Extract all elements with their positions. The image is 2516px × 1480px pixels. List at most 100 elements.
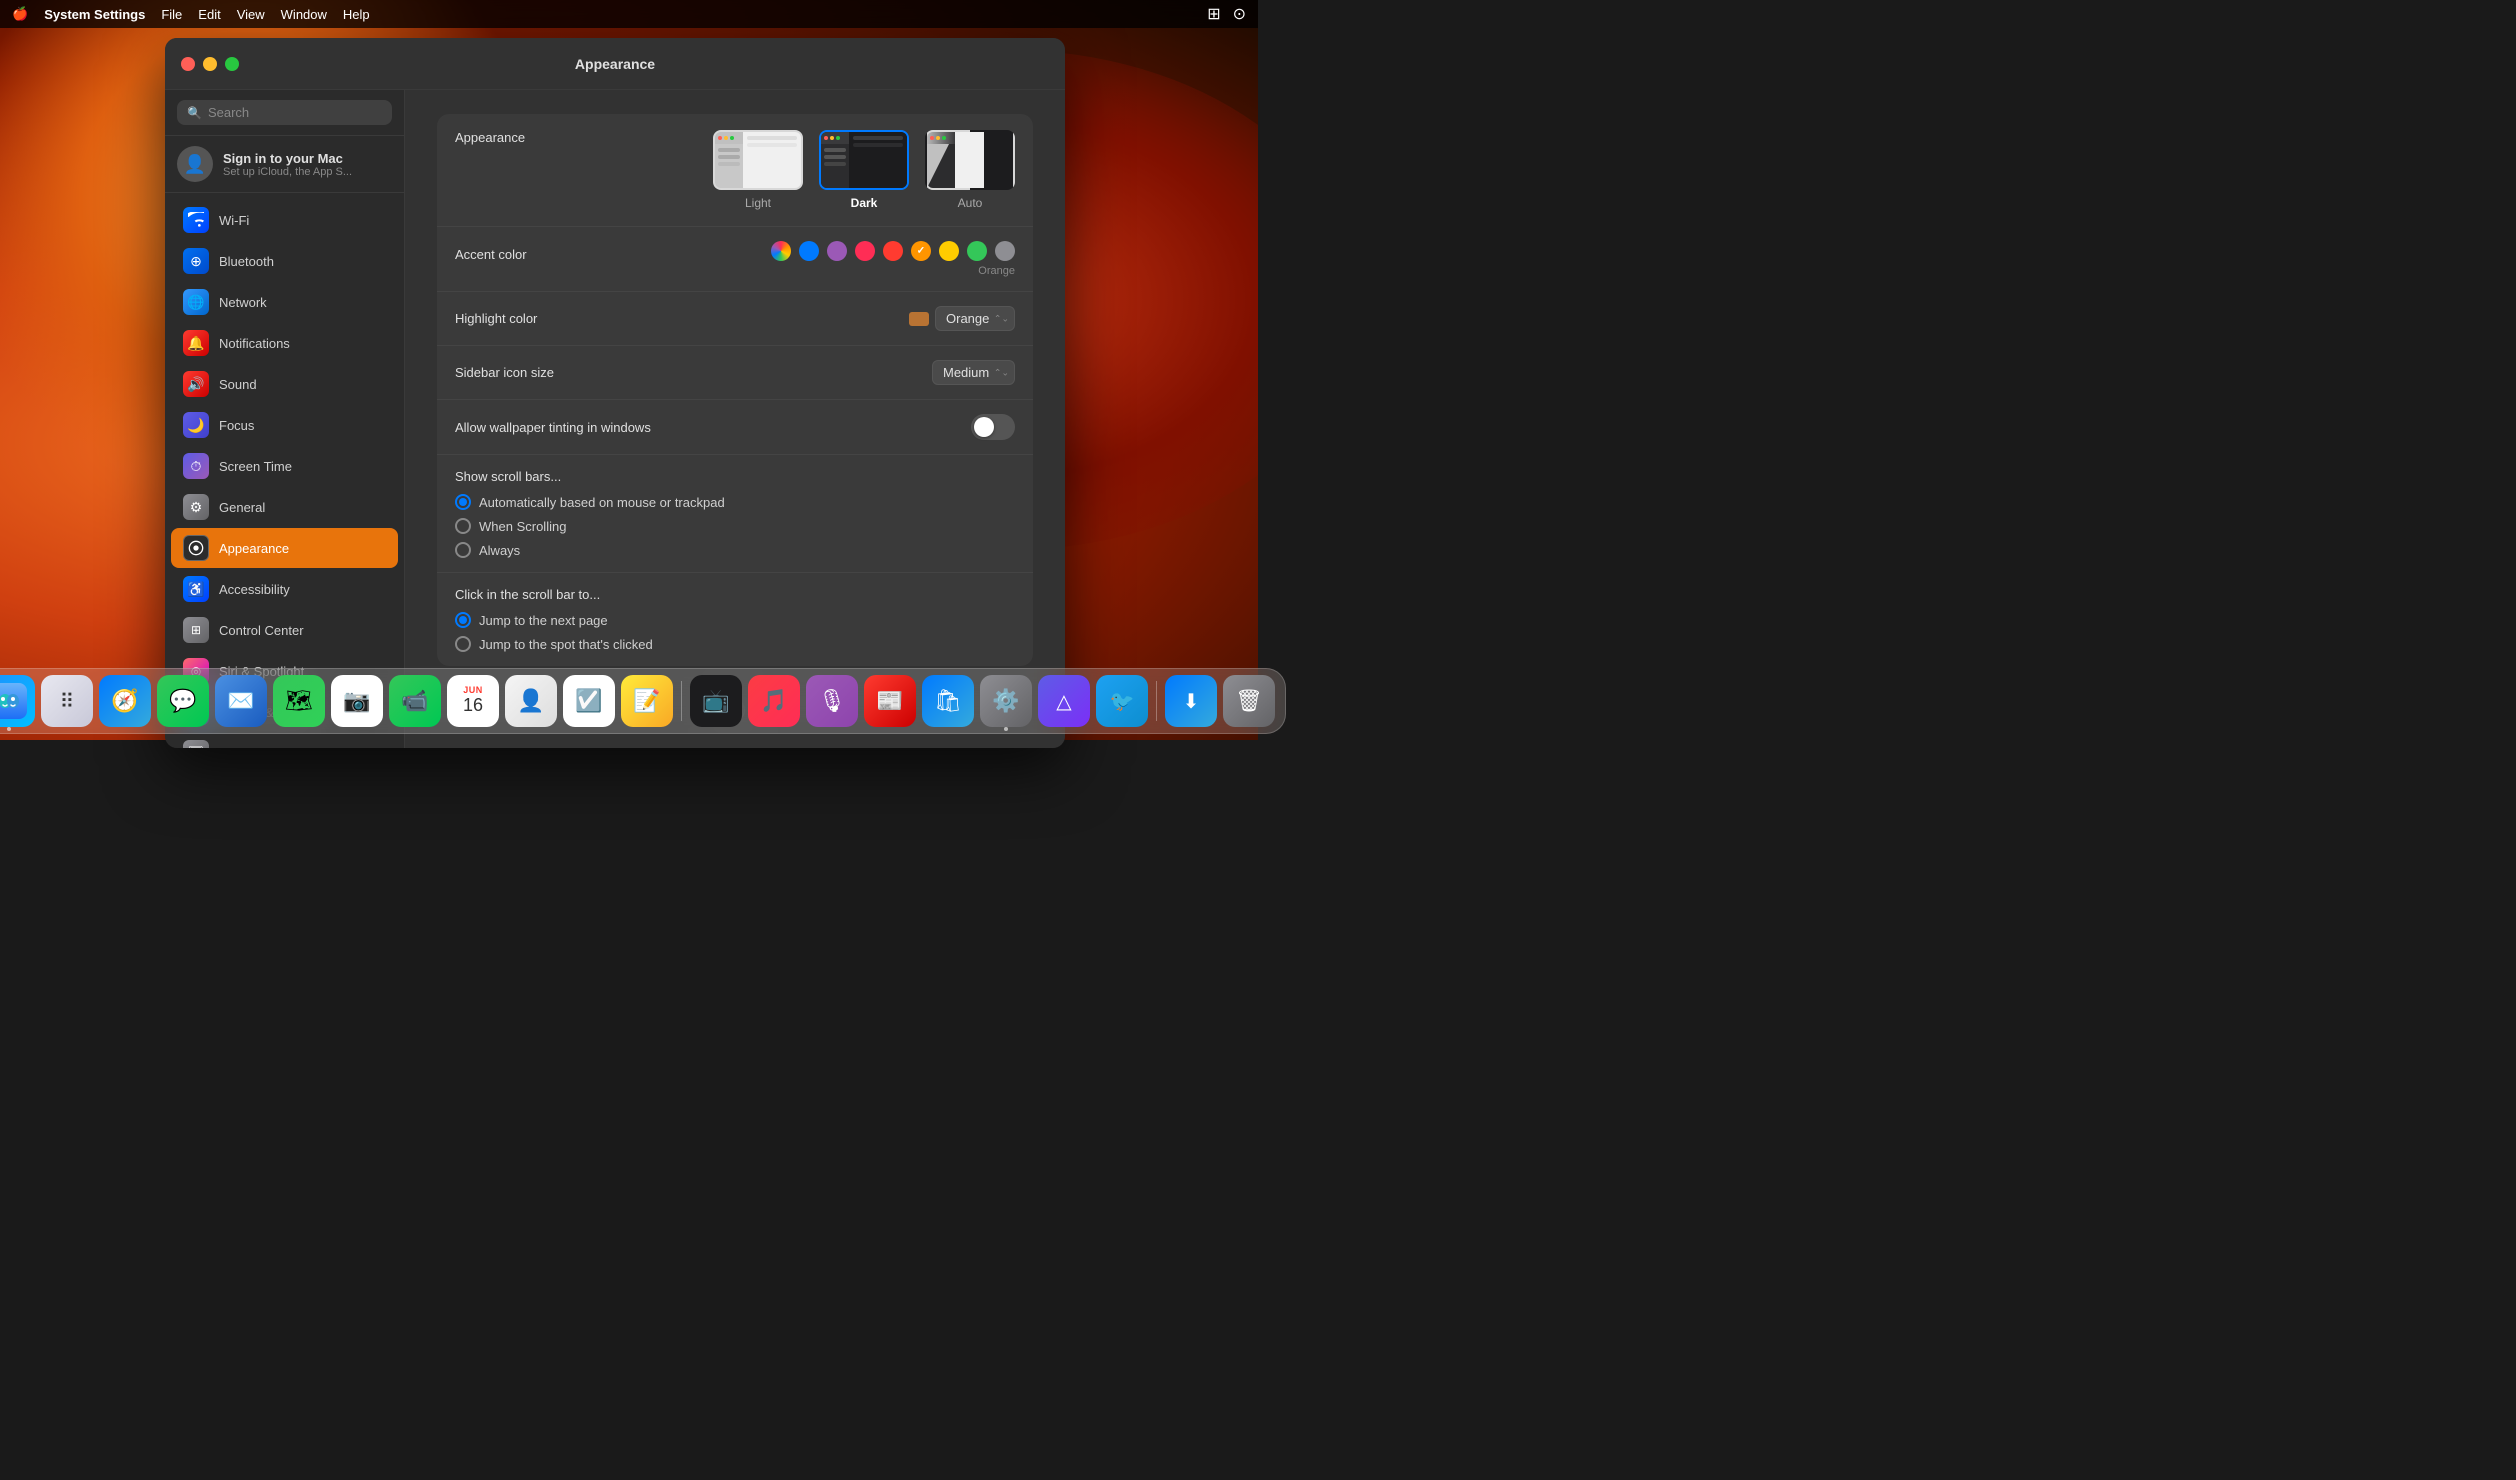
dock-calendar[interactable]: JUN 16 xyxy=(447,675,499,727)
window-body: 🔍 👤 Sign in to your Mac Set up iCloud, t… xyxy=(165,90,1065,748)
menubar-view[interactable]: View xyxy=(237,7,265,22)
appearance-preview-auto xyxy=(925,130,1015,190)
highlight-color-select[interactable]: Orange xyxy=(935,306,1015,331)
scroll-bars-group: Show scroll bars... Automatically based … xyxy=(437,455,1033,573)
dock-launchpad[interactable]: ⠿ xyxy=(41,675,93,727)
appearance-mode-label: Appearance xyxy=(455,130,713,145)
menubar-file[interactable]: File xyxy=(161,7,182,22)
dock-separator xyxy=(681,681,682,721)
sidebar-item-network[interactable]: 🌐 Network xyxy=(171,282,398,322)
general-label: General xyxy=(219,500,265,515)
dock-podcasts[interactable]: 🎙 xyxy=(806,675,858,727)
accent-color-pink[interactable] xyxy=(855,241,875,261)
dock-appletv[interactable]: 📺 xyxy=(690,675,742,727)
menubar-spotlight-icon[interactable]: ⊙ xyxy=(1233,4,1246,24)
window-close-button[interactable] xyxy=(181,57,195,71)
search-box[interactable]: 🔍 xyxy=(177,100,392,125)
dock-alinear[interactable]: △ xyxy=(1038,675,1090,727)
dock-mail[interactable]: ✉️ xyxy=(215,675,267,727)
sidebar-item-desktop[interactable]: 🖥 Desktop & Dock xyxy=(171,733,398,748)
menubar-window[interactable]: Window xyxy=(281,7,327,22)
light-label: Light xyxy=(745,196,771,210)
sidebar-icon-size-select[interactable]: Medium Small Large xyxy=(932,360,1015,385)
dock-finder[interactable] xyxy=(0,675,35,727)
sidebar-item-sound[interactable]: 🔊 Sound xyxy=(171,364,398,404)
traffic-lights xyxy=(181,57,239,71)
controlcenter-label: Control Center xyxy=(219,623,304,638)
scroll-auto-radio[interactable] xyxy=(455,494,471,510)
dock-photos[interactable]: 📷 xyxy=(331,675,383,727)
scroll-always-option[interactable]: Always xyxy=(455,542,1015,558)
click-spot-radio[interactable] xyxy=(455,636,471,652)
sidebar-item-accessibility[interactable]: ♿ Accessibility xyxy=(171,569,398,609)
dock-contacts[interactable]: 👤 xyxy=(505,675,557,727)
dock-notes[interactable]: 📝 xyxy=(621,675,673,727)
accent-color-red[interactable] xyxy=(883,241,903,261)
sidebar-item-appearance[interactable]: Appearance xyxy=(171,528,398,568)
wallpaper-tinting-row: Allow wallpaper tinting in windows xyxy=(437,400,1033,455)
click-next-page-radio[interactable] xyxy=(455,612,471,628)
dock-messages[interactable]: 💬 xyxy=(157,675,209,727)
menubar-control-center-icon[interactable]: ⊞ xyxy=(1207,4,1220,24)
accent-color-purple[interactable] xyxy=(827,241,847,261)
controlcenter-icon: ⊞ xyxy=(183,617,209,643)
scroll-scrolling-radio[interactable] xyxy=(455,518,471,534)
apple-menu[interactable]: 🍎 xyxy=(12,6,28,22)
sidebar-item-general[interactable]: ⚙ General xyxy=(171,487,398,527)
appearance-option-auto[interactable]: Auto xyxy=(925,130,1015,210)
notifications-icon: 🔔 xyxy=(183,330,209,356)
sidebar-item-bluetooth[interactable]: ⊕ Bluetooth xyxy=(171,241,398,281)
sidebar-icon-size-select-wrapper: Medium Small Large xyxy=(932,360,1015,385)
dock-appstore[interactable]: 🛍 xyxy=(922,675,974,727)
dock-downloads[interactable]: ⬇ xyxy=(1165,675,1217,727)
click-spot-option[interactable]: Jump to the spot that's clicked xyxy=(455,636,1015,652)
focus-label: Focus xyxy=(219,418,254,433)
accent-color-green[interactable] xyxy=(967,241,987,261)
sidebar-item-notifications[interactable]: 🔔 Notifications xyxy=(171,323,398,363)
accent-color-orange[interactable] xyxy=(911,241,931,261)
menubar-app-title[interactable]: System Settings xyxy=(44,7,145,22)
dock-systemprefs[interactable]: ⚙️ xyxy=(980,675,1032,727)
scroll-scrolling-option[interactable]: When Scrolling xyxy=(455,518,1015,534)
desktop-icon: 🖥 xyxy=(183,740,209,748)
accent-color-graphite[interactable] xyxy=(995,241,1015,261)
scroll-auto-option[interactable]: Automatically based on mouse or trackpad xyxy=(455,494,1015,510)
dock-news[interactable]: 📰 xyxy=(864,675,916,727)
scroll-always-radio[interactable] xyxy=(455,542,471,558)
dock-reminders[interactable]: ☑️ xyxy=(563,675,615,727)
dock-separator-2 xyxy=(1156,681,1157,721)
bluetooth-label: Bluetooth xyxy=(219,254,274,269)
dock-twitter[interactable]: 🐦 xyxy=(1096,675,1148,727)
window-maximize-button[interactable] xyxy=(225,57,239,71)
dock-facetime[interactable]: 📹 xyxy=(389,675,441,727)
appearance-label: Appearance xyxy=(219,541,289,556)
sidebar-item-screentime[interactable]: ⏱ Screen Time xyxy=(171,446,398,486)
appearance-option-dark[interactable]: Dark xyxy=(819,130,909,210)
click-next-page-option[interactable]: Jump to the next page xyxy=(455,612,1015,628)
accent-color-multicolor[interactable] xyxy=(771,241,791,261)
sidebar-item-focus[interactable]: 🌙 Focus xyxy=(171,405,398,445)
menubar-help[interactable]: Help xyxy=(343,7,370,22)
dock-maps[interactable]: 🗺 xyxy=(273,675,325,727)
sidebar-item-controlcenter[interactable]: ⊞ Control Center xyxy=(171,610,398,650)
accent-color-yellow[interactable] xyxy=(939,241,959,261)
signin-avatar: 👤 xyxy=(177,146,213,182)
wallpaper-tinting-toggle[interactable] xyxy=(971,414,1015,440)
sidebar-item-wifi[interactable]: Wi-Fi xyxy=(171,200,398,240)
scroll-bars-label: Show scroll bars... xyxy=(455,469,1015,484)
signin-item[interactable]: 👤 Sign in to your Mac Set up iCloud, the… xyxy=(165,136,404,193)
window-minimize-button[interactable] xyxy=(203,57,217,71)
menubar-edit[interactable]: Edit xyxy=(198,7,220,22)
search-input[interactable] xyxy=(208,105,382,120)
accent-color-blue[interactable] xyxy=(799,241,819,261)
dock-safari[interactable]: 🧭 xyxy=(99,675,151,727)
highlight-color-select-wrapper: Orange xyxy=(935,306,1015,331)
accent-colors xyxy=(771,241,1015,261)
finder-dot xyxy=(7,727,11,731)
appearance-option-light[interactable]: Light xyxy=(713,130,803,210)
wallpaper-tinting-control xyxy=(971,414,1015,440)
dock-trash[interactable]: 🗑 xyxy=(1223,675,1275,727)
sound-label: Sound xyxy=(219,377,257,392)
scroll-auto-label: Automatically based on mouse or trackpad xyxy=(479,495,725,510)
dock-music[interactable]: 🎵 xyxy=(748,675,800,727)
